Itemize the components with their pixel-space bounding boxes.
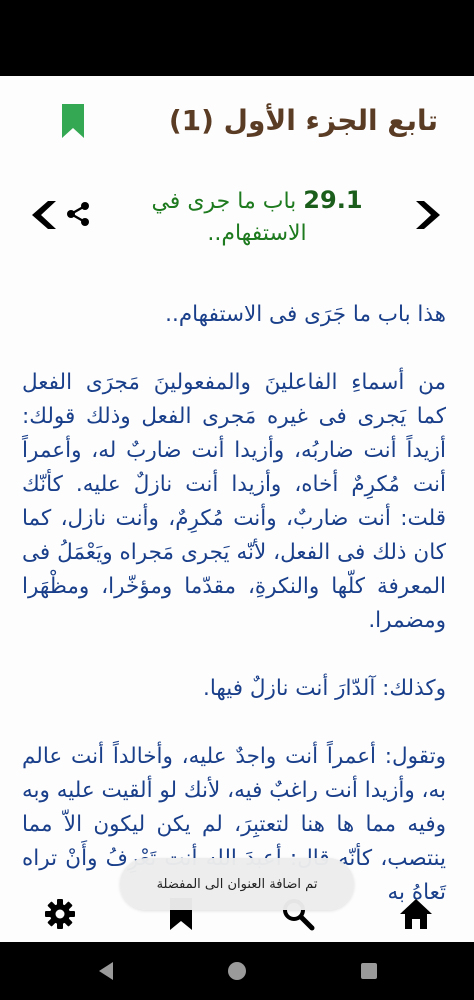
chevron-right-icon[interactable] (410, 198, 444, 232)
content-paragraph: هذا باب ما جَرَى فى الاستفهام.. (165, 302, 446, 327)
page-title: تابع الجزء الأول (1) (168, 104, 438, 137)
book-content: هذا باب ما جَرَى فى الاستفهام.. من أسماء… (0, 298, 474, 942)
chapter-number: 29.1 (303, 186, 363, 214)
app-screen: تابع الجزء الأول (1) 29.1 باب ما جرى في … (0, 76, 474, 942)
back-icon[interactable] (96, 960, 118, 982)
gear-icon[interactable] (42, 896, 78, 932)
toast-message: تم اضافة العنوان الى المفضلة (120, 858, 354, 910)
home-button-icon[interactable] (226, 960, 248, 982)
share-icon[interactable] (64, 200, 92, 228)
system-nav-bar (0, 942, 474, 1000)
app-header: تابع الجزء الأول (1) (0, 76, 474, 168)
chapter-bar: 29.1 باب ما جرى في الاستفهام.. (0, 176, 474, 256)
content-paragraph: من أسماءِ الفاعلينَ والمفعولينَ مَجرَى ا… (22, 370, 446, 633)
status-bar (0, 0, 474, 76)
recents-icon[interactable] (358, 960, 380, 982)
content-paragraph: وكذلك: آلدّارَ أنت نازلٌ فيها. (203, 676, 446, 701)
chevron-left-icon[interactable] (28, 198, 62, 232)
bookmark-icon[interactable] (62, 104, 84, 138)
chapter-title: 29.1 باب ما جرى في الاستفهام.. (132, 184, 382, 250)
chapter-name: باب ما جرى في الاستفهام.. (151, 189, 307, 246)
home-icon[interactable] (398, 896, 434, 932)
